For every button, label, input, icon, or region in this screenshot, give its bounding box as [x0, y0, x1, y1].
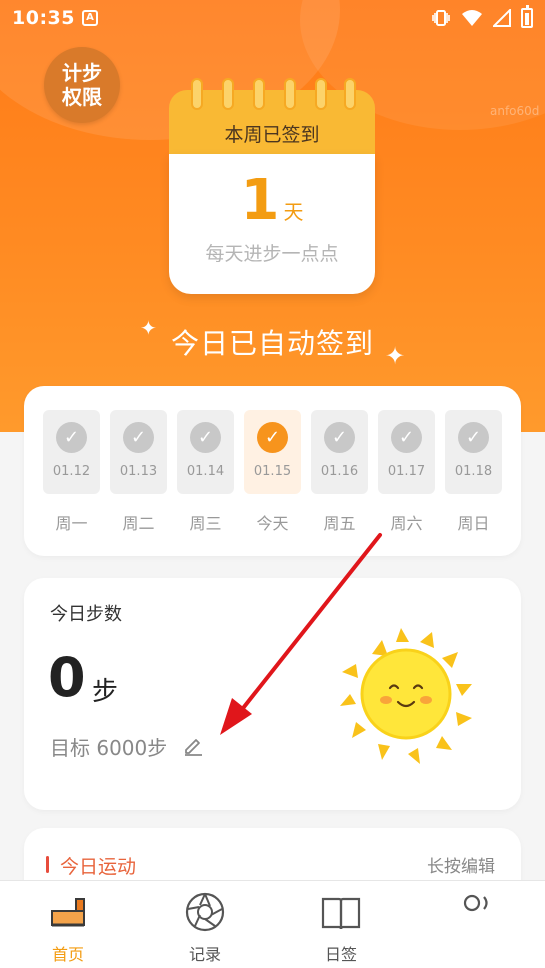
book-icon: [321, 897, 361, 930]
week-checkin-card: ✓ 01.12 周一 ✓ 01.13 周二 ✓ 01.14 周三 ✓ 01.15…: [24, 386, 521, 556]
calendar-body: 1天 每天进步一点点: [169, 154, 375, 294]
day-date: 01.16: [320, 464, 359, 479]
pencil-icon[interactable]: [182, 734, 204, 756]
calendar-ring: [253, 78, 265, 110]
steps-goal[interactable]: 目标 6000步: [50, 732, 167, 761]
day-label: 周三: [189, 514, 222, 533]
check-icon: ✓: [56, 422, 87, 453]
nav-daily-sign[interactable]: 日签: [291, 889, 391, 965]
check-icon: ✓: [257, 422, 288, 453]
sun-illustration-icon: [340, 628, 472, 764]
day-cell[interactable]: ✓ 01.18: [445, 410, 502, 494]
day-label: 周一: [55, 514, 88, 533]
day-label: 周六: [390, 514, 423, 533]
day-date: 01.17: [387, 464, 426, 479]
steps-title: 今日步数: [50, 604, 122, 625]
bottom-navigation: 首页 记录 日签: [0, 880, 545, 968]
calendar-motto: 每天进步一点点: [205, 243, 339, 265]
day-cell[interactable]: ✓ 01.12: [43, 410, 100, 494]
check-icon: ✓: [458, 422, 489, 453]
check-icon: ✓: [391, 422, 422, 453]
status-icons: [431, 5, 533, 28]
nav-label: 记录: [188, 945, 221, 964]
day-date: 01.13: [119, 464, 158, 479]
status-bar: 10:35 A: [0, 0, 545, 36]
nav-home[interactable]: 首页: [18, 889, 118, 965]
day-cell-today[interactable]: ✓ 01.15: [244, 410, 301, 494]
checkin-unit: 天: [283, 200, 304, 224]
check-icon: ✓: [123, 422, 154, 453]
checkin-count: 1: [240, 168, 280, 233]
checkin-count-row: 1天: [169, 168, 375, 233]
day-label: 周二: [122, 514, 155, 533]
permission-line1: 计步: [62, 61, 102, 85]
section-marker: [46, 856, 49, 873]
day-cell[interactable]: ✓ 01.16: [311, 410, 368, 494]
battery-icon: [521, 5, 533, 28]
calendar-header: 本周已签到: [169, 78, 375, 160]
day-date: 01.12: [52, 464, 91, 479]
day-date: 01.14: [186, 464, 225, 479]
app-notification-icon: A: [82, 10, 98, 26]
nav-records[interactable]: 记录: [155, 889, 255, 965]
calendar-ring: [191, 78, 203, 110]
sparkle-icon: ✦: [385, 342, 406, 370]
day-cell[interactable]: ✓ 01.17: [378, 410, 435, 494]
status-time: 10:35: [12, 7, 75, 29]
nav-label: 日签: [324, 945, 357, 964]
permission-line2: 权限: [62, 85, 102, 109]
calendar-title: 本周已签到: [224, 124, 320, 146]
day-date: 01.18: [454, 464, 493, 479]
weekly-checkin-calendar: 本周已签到 1天 每天进步一点点: [169, 78, 375, 294]
day-label: 今天: [256, 514, 289, 533]
check-icon: ✓: [190, 422, 221, 453]
aperture-icon: [185, 892, 225, 932]
day-date: 01.15: [253, 464, 292, 479]
day-label: 周日: [457, 514, 490, 533]
exercise-title: 今日运动: [60, 856, 137, 878]
nav-label: 首页: [51, 945, 84, 964]
auto-signin-text: 今日已自动签到: [170, 327, 374, 360]
today-steps-card: 今日步数 0 步 目标 6000步: [24, 578, 521, 810]
day-cell[interactable]: ✓ 01.14: [177, 410, 234, 494]
check-icon: ✓: [324, 422, 355, 453]
signal-icon: [493, 9, 511, 27]
profile-icon: [463, 894, 488, 912]
day-cell[interactable]: ✓ 01.13: [110, 410, 167, 494]
steps-unit: 步: [92, 677, 119, 707]
nav-profile[interactable]: [428, 889, 528, 965]
faded-watermark-text: anfo60d: [490, 104, 540, 118]
calendar-ring: [315, 78, 327, 110]
calendar-ring: [222, 78, 234, 110]
day-label: 周五: [323, 514, 356, 533]
shoe-icon: [51, 898, 85, 927]
step-permission-button[interactable]: 计步 权限: [44, 47, 120, 123]
calendar-ring: [344, 78, 356, 110]
vibrate-icon: [432, 10, 450, 26]
long-press-edit-hint: 长按编辑: [427, 857, 495, 877]
steps-count: 0: [48, 646, 86, 709]
wifi-icon: [462, 10, 482, 26]
calendar-ring: [284, 78, 296, 110]
